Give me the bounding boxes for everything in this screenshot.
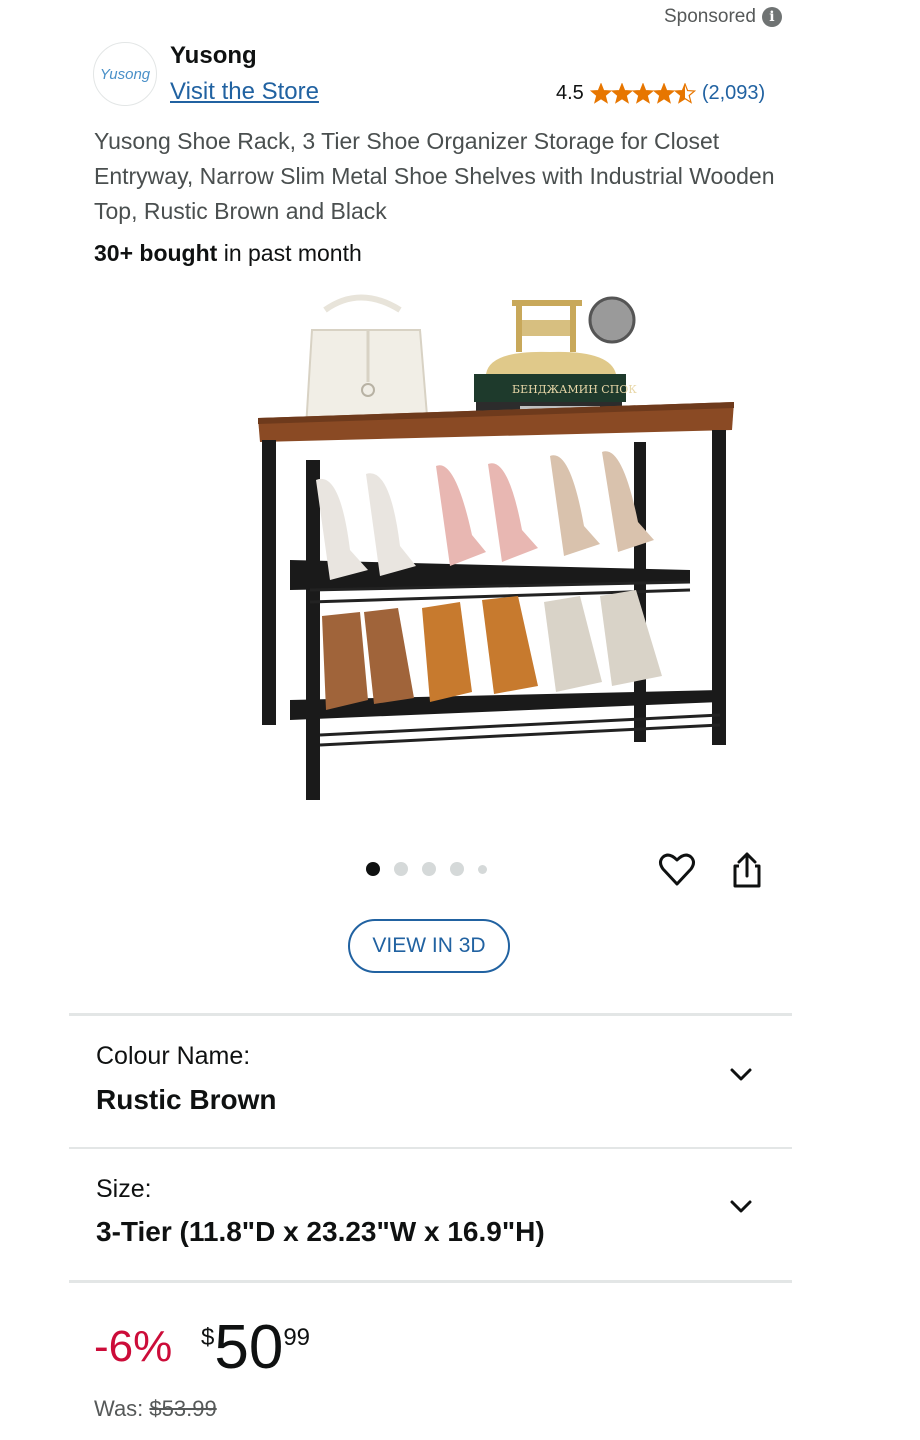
discount-percent: -6% — [94, 1322, 173, 1371]
divider — [69, 1147, 792, 1149]
sponsored-label[interactable]: Sponsored i — [664, 6, 782, 28]
carousel-dot[interactable] — [366, 862, 380, 876]
chevron-down-icon[interactable] — [727, 1192, 755, 1220]
share-icon[interactable] — [727, 850, 767, 890]
carousel-dot[interactable] — [478, 864, 487, 874]
product-title: Yusong Shoe Rack, 3 Tier Shoe Organizer … — [94, 128, 775, 224]
bought-count-rest: in past month — [217, 240, 362, 266]
size-label: Size: — [96, 1175, 152, 1203]
rating-value: 4.5 — [556, 82, 584, 104]
colour-selector[interactable] — [69, 1016, 792, 1148]
carousel-dot[interactable] — [394, 862, 408, 876]
brand-logo-text: Yusong — [99, 65, 151, 83]
price-symbol: $ — [201, 1324, 215, 1351]
image-carousel-dots[interactable] — [366, 862, 487, 876]
visit-store-link[interactable]: Visit the Store — [170, 78, 319, 106]
carousel-dot[interactable] — [450, 862, 464, 876]
rating-summary[interactable]: 4.5 (2,093) — [556, 82, 765, 105]
price-fraction: 99 — [283, 1324, 311, 1351]
size-selector[interactable] — [69, 1150, 792, 1280]
sponsored-text: Sponsored — [664, 6, 756, 27]
view-in-3d-button[interactable]: VIEW IN 3D — [348, 919, 510, 973]
price-whole: 50 — [214, 1313, 284, 1382]
chevron-down-icon[interactable] — [727, 1060, 755, 1088]
divider — [69, 1280, 792, 1283]
info-icon[interactable]: i — [761, 7, 782, 27]
product-image[interactable]: БЕНДЖАМИН СПОК — [250, 290, 740, 805]
size-value: 3-Tier (11.8"D x 23.23"W x 16.9"H) — [96, 1216, 545, 1247]
bought-count: 30+ bought in past month — [94, 240, 362, 267]
brand-logo[interactable]: Yusong — [93, 42, 157, 106]
heart-icon[interactable] — [657, 850, 697, 890]
star-rating-icon — [589, 82, 696, 104]
carousel-dot[interactable] — [422, 862, 436, 876]
was-label: Was: — [94, 1396, 150, 1421]
review-count-link[interactable]: (2,093) — [702, 82, 765, 105]
colour-label: Colour Name: — [96, 1042, 251, 1070]
current-price: $ 50 99 — [201, 1312, 310, 1384]
brand-name: Yusong — [170, 42, 257, 69]
colour-value: Rustic Brown — [96, 1084, 277, 1115]
book-spine-text: БЕНДЖАМИН СПОК — [512, 383, 637, 396]
was-price-value: $53.99 — [149, 1396, 217, 1421]
bought-count-bold: 30+ bought — [94, 240, 218, 266]
was-price: Was: $53.99 — [94, 1396, 217, 1422]
